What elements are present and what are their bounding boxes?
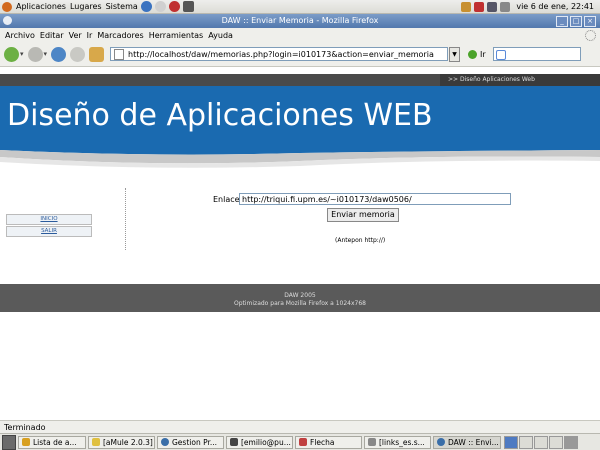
close-icon[interactable]: × — [584, 16, 596, 27]
menu-ayuda[interactable]: Ayuda — [208, 31, 233, 40]
workspace-3[interactable] — [534, 435, 548, 449]
task-label: [aMule 2.0.3] — [103, 437, 153, 447]
window-menu-icon[interactable] — [3, 16, 12, 25]
footer-line-2: Optimizado para Mozilla Firefox a 1024x7… — [233, 300, 366, 307]
task-icon — [230, 438, 238, 446]
task-label: DAW :: Envi... — [448, 437, 499, 447]
url-text: http://localhost/daw/memorias.php?login=… — [128, 49, 434, 59]
task-label: Gestion Pr... — [172, 437, 218, 447]
content-divider — [125, 188, 126, 250]
top-panel-tray: vie 6 de ene, 22:41 — [458, 1, 600, 12]
evolution-launcher-icon[interactable] — [154, 1, 166, 12]
search-engine-icon[interactable] — [495, 50, 506, 60]
top-panel: Aplicaciones Lugares Sistema vie 6 de en… — [0, 0, 600, 14]
enlace-label: Enlace — [213, 195, 240, 204]
menu-ver[interactable]: Ver — [69, 31, 82, 40]
sidebar-link-inicio[interactable]: INICIO — [6, 214, 92, 225]
task-icon — [368, 438, 376, 446]
menu-aplicaciones[interactable]: Aplicaciones — [16, 2, 66, 11]
task-label: [emilio@pu... — [241, 437, 291, 447]
taskbar-item-terminal[interactable]: [emilio@pu... — [226, 435, 293, 449]
menu-ir[interactable]: Ir — [87, 31, 93, 40]
back-dropdown-icon[interactable]: ▾ — [20, 50, 24, 58]
menu-marcadores[interactable]: Marcadores — [97, 31, 143, 40]
reload-icon[interactable] — [51, 46, 67, 62]
site-footer: DAW 2005 Optimizado para Mozilla Firefox… — [0, 292, 600, 312]
footer-line-1: DAW 2005 — [284, 292, 316, 299]
taskbar: Lista de a... [aMule 2.0.3] Gestion Pr..… — [0, 433, 600, 450]
taskbar-item-amule[interactable]: [aMule 2.0.3] — [88, 435, 155, 449]
volume-tray-icon[interactable] — [500, 1, 511, 12]
page-icon — [114, 48, 125, 60]
banner-title: Diseño de Aplicaciones WEB — [7, 98, 433, 133]
back-icon[interactable] — [4, 46, 19, 62]
banner-swoosh — [0, 147, 600, 168]
page-content: >> Diseño Aplicaciones Web Diseño de Apl… — [0, 67, 600, 420]
site-banner: Diseño de Aplicaciones WEB — [0, 86, 600, 148]
menu-archivo[interactable]: Archivo — [5, 31, 35, 40]
taskbar-item-gestion[interactable]: Gestion Pr... — [157, 435, 224, 449]
page-top-strip: >> Diseño Aplicaciones Web — [0, 74, 600, 86]
window-titlebar[interactable]: DAW :: Enviar Memoria - Mozilla Firefox … — [0, 14, 600, 28]
trash-icon[interactable] — [564, 435, 578, 449]
firefox-launcher-icon[interactable] — [140, 1, 152, 12]
go-icon — [468, 49, 478, 59]
enviar-memoria-button[interactable]: Enviar memoria — [327, 208, 399, 222]
url-bar[interactable]: http://localhost/daw/memorias.php?login=… — [110, 47, 449, 61]
task-label: Lista de a... — [33, 437, 77, 447]
user-tray-icon[interactable] — [461, 1, 472, 12]
minimize-icon[interactable]: _ — [556, 16, 568, 27]
workspace-4[interactable] — [549, 435, 563, 449]
task-icon — [161, 438, 169, 446]
menu-sistema[interactable]: Sistema — [106, 2, 138, 11]
task-label: [links_es.s... — [379, 437, 425, 447]
stop-icon[interactable] — [70, 46, 86, 62]
status-bar: Terminado — [0, 420, 600, 433]
help-launcher-icon[interactable] — [168, 1, 180, 12]
task-icon — [92, 438, 100, 446]
go-button[interactable]: Ir — [468, 49, 486, 59]
taskbar-item-flecha[interactable]: Flecha — [295, 435, 362, 449]
menu-herramientas[interactable]: Herramientas — [149, 31, 204, 40]
menubar: Archivo Editar Ver Ir Marcadores Herrami… — [0, 28, 600, 42]
terminal-launcher-icon[interactable] — [182, 1, 194, 12]
url-history-dropdown-icon[interactable]: ▼ — [449, 46, 461, 62]
taskbar-item-links[interactable]: [links_es.s... — [364, 435, 431, 449]
window-title: DAW :: Enviar Memoria - Mozilla Firefox — [221, 16, 379, 25]
enlace-input[interactable]: http://triqui.fi.upm.es/~i010173/daw0506… — [239, 193, 511, 205]
clock[interactable]: vie 6 de ene, 22:41 — [516, 2, 594, 11]
footer-strip — [0, 284, 600, 292]
workspace-2[interactable] — [519, 435, 533, 449]
menu-editar[interactable]: Editar — [40, 31, 64, 40]
task-label: Flecha — [310, 437, 335, 447]
workspace-1[interactable] — [504, 435, 518, 449]
task-icon — [437, 438, 445, 446]
home-icon[interactable] — [89, 46, 105, 62]
taskbar-item-lista[interactable]: Lista de a... — [18, 435, 86, 449]
throbber-icon — [585, 30, 596, 41]
mail-tray-icon[interactable] — [474, 1, 485, 12]
show-desktop-icon[interactable] — [2, 434, 16, 450]
task-icon — [22, 438, 30, 446]
network-tray-icon[interactable] — [487, 1, 498, 12]
sidebar-link-salir[interactable]: SALIR — [6, 226, 92, 237]
maximize-icon[interactable]: □ — [570, 16, 582, 27]
form-hint: (Antepon http://) — [335, 237, 386, 244]
status-text: Terminado — [4, 423, 46, 432]
forward-dropdown-icon[interactable]: ▾ — [44, 50, 48, 58]
site-tab: >> Diseño Aplicaciones Web — [440, 74, 600, 86]
ubuntu-logo-icon[interactable] — [2, 1, 12, 12]
task-icon — [299, 438, 307, 446]
forward-icon[interactable] — [27, 46, 43, 62]
search-input[interactable] — [492, 47, 581, 61]
go-label: Ir — [480, 49, 486, 59]
menu-lugares[interactable]: Lugares — [70, 2, 102, 11]
taskbar-item-daw[interactable]: DAW :: Envi... — [433, 435, 501, 449]
navigation-toolbar: ▾ ▾ http://localhost/daw/memorias.php?lo… — [0, 42, 600, 67]
